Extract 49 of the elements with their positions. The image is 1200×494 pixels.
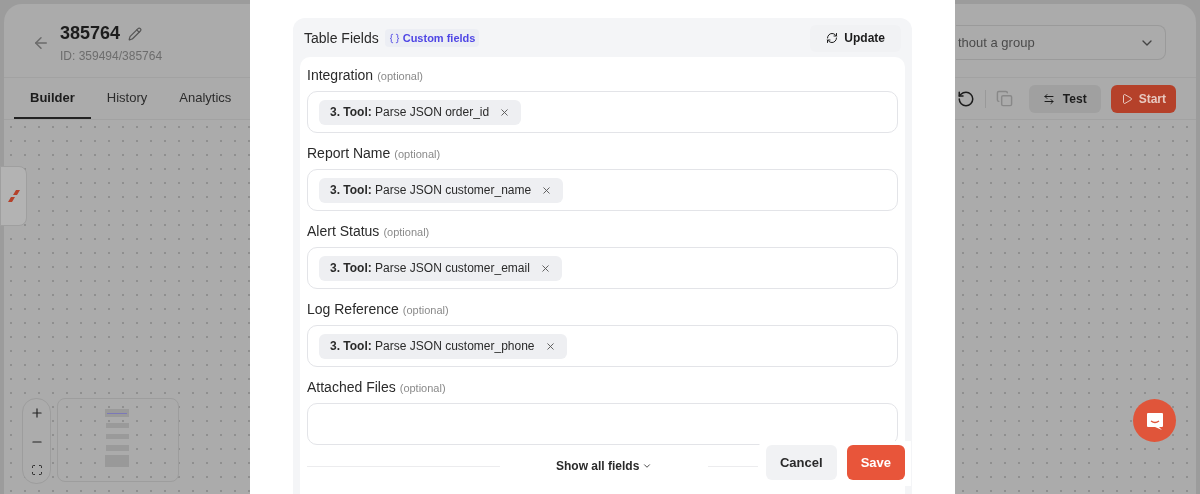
custom-fields-badge[interactable]: Custom fields bbox=[384, 28, 480, 48]
tab[interactable]: Analytics bbox=[163, 78, 248, 119]
chat-button[interactable] bbox=[1133, 399, 1176, 442]
variable-chip[interactable]: 3. Tool: Parse JSON customer_phone bbox=[319, 333, 567, 359]
refresh-icon bbox=[826, 32, 839, 44]
start-button[interactable]: Start bbox=[1110, 84, 1176, 113]
play-icon bbox=[1120, 92, 1133, 105]
remove-icon[interactable] bbox=[541, 184, 553, 196]
side-tab[interactable] bbox=[0, 166, 27, 226]
token-field[interactable]: 3. Tool: Parse JSON customer_name bbox=[307, 169, 898, 211]
token-field[interactable]: 3. Tool: Parse JSON order_id bbox=[307, 91, 898, 133]
chevron-icon bbox=[642, 461, 653, 471]
page-title: 385764 bbox=[60, 22, 121, 45]
test-button[interactable]: Test bbox=[1028, 84, 1101, 113]
save-button[interactable]: Save bbox=[846, 445, 905, 480]
variable-chip[interactable]: 3. Tool: Parse JSON order_id bbox=[319, 99, 522, 125]
field-label: Report Name bbox=[307, 144, 391, 163]
optional-hint: (optional) bbox=[377, 69, 424, 84]
tab[interactable]: History bbox=[90, 78, 164, 119]
variable-chip[interactable]: 3. Tool: Parse JSON customer_email bbox=[319, 255, 562, 281]
fit-view-icon[interactable] bbox=[30, 463, 43, 476]
pencil-icon[interactable] bbox=[128, 26, 143, 41]
field-label: Log Reference bbox=[307, 300, 399, 319]
remove-icon[interactable] bbox=[539, 262, 551, 274]
optional-hint: (optional) bbox=[394, 147, 441, 162]
swap-arrows-icon bbox=[1042, 92, 1055, 105]
minimap-drawing bbox=[105, 409, 131, 469]
token-field[interactable]: 3. Tool: Parse JSON customer_phone bbox=[307, 325, 898, 367]
section-title: Table Fields bbox=[304, 28, 379, 48]
tab[interactable]: Builder bbox=[14, 78, 91, 119]
show-all-fields-link[interactable]: Show all fields bbox=[500, 457, 709, 475]
field-label: Alert Status bbox=[307, 222, 380, 241]
variable-chip[interactable]: 3. Tool: Parse JSON customer_name bbox=[319, 177, 564, 203]
cancel-button[interactable]: Cancel bbox=[766, 445, 837, 480]
token-field[interactable]: 3. Tool: Parse JSON customer_email bbox=[307, 247, 898, 289]
undo-icon[interactable] bbox=[956, 89, 975, 108]
id-text: ID: 359494/385764 bbox=[60, 48, 163, 65]
optional-hint: (optional) bbox=[402, 303, 449, 318]
field-label: Integration bbox=[307, 66, 374, 85]
optional-hint: (optional) bbox=[399, 381, 446, 396]
zoom-in-icon[interactable] bbox=[29, 406, 44, 421]
field-label: Attached Files bbox=[307, 378, 396, 397]
braces-icon bbox=[388, 32, 400, 44]
group-select[interactable]: thout a group bbox=[956, 25, 1166, 60]
chat-icon bbox=[1144, 410, 1165, 431]
logo-icon bbox=[6, 189, 21, 203]
remove-icon[interactable] bbox=[499, 106, 511, 118]
remove-icon[interactable] bbox=[544, 340, 556, 352]
optional-hint: (optional) bbox=[383, 225, 430, 240]
